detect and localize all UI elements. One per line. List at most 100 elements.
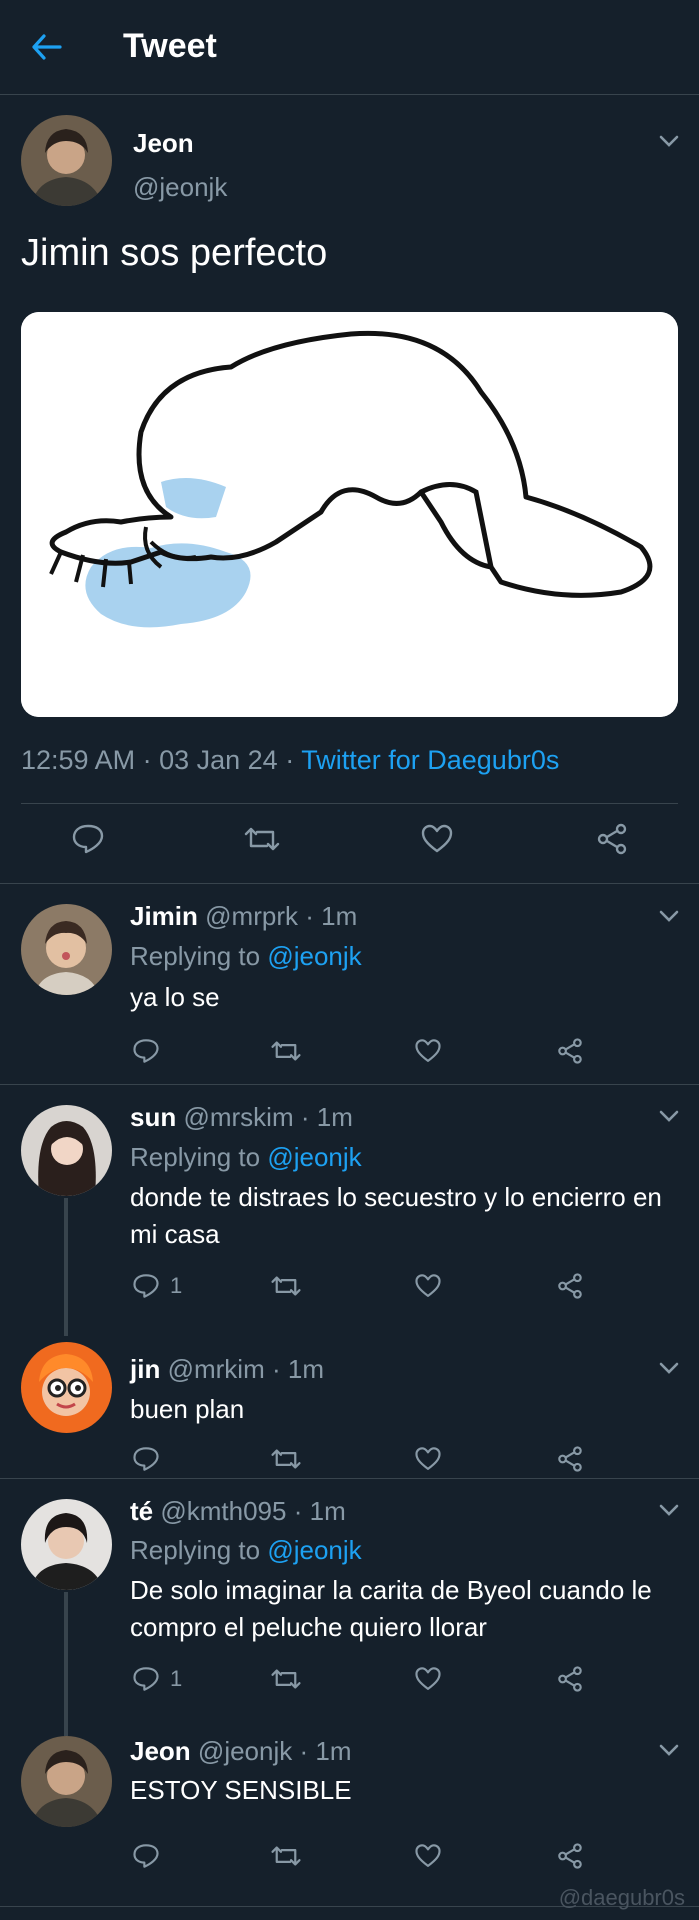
author-handle[interactable]: @jeonjk: [133, 172, 227, 203]
share-button[interactable]: [556, 1269, 584, 1303]
tweet-image[interactable]: [21, 312, 678, 717]
mention-link[interactable]: @jeonjk: [267, 1535, 361, 1565]
avatar[interactable]: [21, 1342, 112, 1433]
mention-link[interactable]: @jeonjk: [267, 941, 361, 971]
reply-tweet[interactable]: té @kmth095 · 1m Replying to @jeonjk De …: [0, 1478, 699, 1736]
like-button[interactable]: [414, 1269, 442, 1303]
replying-to: Replying to @jeonjk: [130, 941, 362, 972]
share-button[interactable]: [556, 1839, 584, 1873]
share-icon: [558, 1446, 582, 1472]
author-name[interactable]: Jimin: [130, 901, 198, 931]
retweet-icon: [271, 1449, 301, 1469]
share-icon: [558, 1273, 582, 1299]
reply-actions: [0, 1034, 699, 1068]
share-button[interactable]: [556, 1662, 584, 1696]
avatar[interactable]: [21, 1499, 112, 1590]
retweet-button[interactable]: [270, 1839, 302, 1873]
meta-separator: ·: [142, 745, 160, 775]
reply-icon: [133, 1039, 159, 1063]
reply-text: buen plan: [130, 1394, 245, 1424]
back-button[interactable]: [30, 30, 64, 64]
author-handle[interactable]: @jeonjk: [198, 1736, 292, 1766]
retweet-icon: [244, 827, 280, 851]
like-button[interactable]: [414, 1662, 442, 1696]
author-name[interactable]: jin: [130, 1354, 160, 1384]
chevron-down-icon: [659, 135, 679, 147]
author-name[interactable]: Jeon: [130, 1736, 191, 1766]
retweet-button[interactable]: [242, 819, 282, 859]
retweet-button[interactable]: [270, 1442, 302, 1476]
like-button[interactable]: [417, 819, 457, 859]
reply-tweet[interactable]: Jeon @jeonjk · 1m ESTOY SENSIBLE: [0, 1736, 699, 1908]
tweet-source-link[interactable]: Twitter for Daegubr0s: [301, 745, 559, 775]
tweet-text: Jimin sos perfecto: [21, 232, 328, 274]
author-name[interactable]: té: [130, 1496, 153, 1526]
chevron-down-icon: [659, 1110, 679, 1122]
like-button[interactable]: [414, 1442, 442, 1476]
retweet-icon: [271, 1846, 301, 1866]
replying-label: Replying to: [130, 1535, 261, 1565]
avatar[interactable]: [21, 904, 112, 995]
watermark: @daegubr0s: [558, 1885, 685, 1910]
avatar[interactable]: [21, 1736, 112, 1827]
reply-header: Jimin @mrprk · 1m: [130, 901, 357, 932]
chevron-down-icon: [659, 910, 679, 922]
page-title: Tweet: [123, 27, 217, 65]
author-handle[interactable]: @mrkim: [168, 1354, 265, 1384]
tweet-menu-button[interactable]: [656, 906, 682, 926]
reply-header: sun @mrskim · 1m: [130, 1102, 353, 1133]
author-handle[interactable]: @kmth095: [160, 1496, 286, 1526]
tweet-menu-button[interactable]: [656, 1500, 682, 1520]
reply-count: 1: [170, 1666, 183, 1691]
retweet-button[interactable]: [270, 1269, 302, 1303]
share-button[interactable]: [556, 1034, 584, 1068]
reply-actions: [0, 1839, 699, 1873]
author-handle[interactable]: @mrskim: [183, 1102, 293, 1132]
like-button[interactable]: [414, 1839, 442, 1873]
tweet-menu-button[interactable]: [656, 1358, 682, 1378]
heart-icon: [415, 1039, 441, 1062]
tweet-menu-button[interactable]: [656, 1106, 682, 1126]
author-name[interactable]: Jeon: [133, 128, 194, 159]
tweet-menu-button[interactable]: [656, 1740, 682, 1760]
avatar[interactable]: [21, 115, 112, 206]
heart-icon: [421, 824, 453, 853]
like-button[interactable]: [414, 1034, 442, 1068]
reply-button[interactable]: [68, 819, 108, 859]
share-icon: [597, 823, 627, 855]
retweet-button[interactable]: [270, 1662, 302, 1696]
reply-icon: [72, 824, 104, 854]
share-button[interactable]: [592, 819, 632, 859]
retweet-icon: [271, 1041, 301, 1061]
reply-time: 1m: [321, 901, 358, 931]
reply-header: Jeon @jeonjk · 1m: [130, 1736, 352, 1767]
reply-tweet[interactable]: jin @mrkim · 1m buen plan: [0, 1336, 699, 1478]
reply-tweet[interactable]: Jimin @mrprk · 1m Replying to @jeonjk ya…: [0, 884, 699, 1084]
mention-link[interactable]: @jeonjk: [267, 1142, 361, 1172]
top-bar: Tweet: [0, 0, 699, 95]
reply-tweet[interactable]: sun @mrskim · 1m Replying to @jeonjk don…: [0, 1084, 699, 1336]
reply-actions: 1: [0, 1662, 699, 1696]
replying-to: Replying to @jeonjk: [130, 1142, 362, 1173]
reply-count: 1: [170, 1273, 183, 1298]
reply-icon: [133, 1274, 159, 1298]
reply-button[interactable]: [132, 1839, 170, 1873]
share-button[interactable]: [556, 1442, 584, 1476]
heart-icon: [415, 1447, 441, 1470]
retweet-button[interactable]: [270, 1034, 302, 1068]
avatar[interactable]: [21, 1105, 112, 1196]
meta-separator: ·: [271, 1354, 288, 1384]
tweet-menu-button[interactable]: [656, 131, 682, 151]
meta-separator: ·: [300, 1102, 317, 1132]
tweet-date: 03 Jan 24: [159, 745, 278, 775]
reply-text: donde te distraes lo secuestro y lo enci…: [130, 1182, 662, 1249]
reply-button[interactable]: [132, 1442, 170, 1476]
chevron-down-icon: [659, 1362, 679, 1374]
author-handle[interactable]: @mrprk: [205, 901, 298, 931]
reply-button[interactable]: 1: [132, 1662, 182, 1696]
reply-button[interactable]: [132, 1034, 170, 1068]
reply-button[interactable]: 1: [132, 1269, 182, 1303]
author-name[interactable]: sun: [130, 1102, 176, 1132]
tweet-detail-page: Tweet Jeon @jeonjk Jimin sos perfecto 12…: [0, 0, 699, 1920]
tweet-meta: 12:59 AM · 03 Jan 24 · Twitter for Daegu…: [21, 745, 559, 776]
